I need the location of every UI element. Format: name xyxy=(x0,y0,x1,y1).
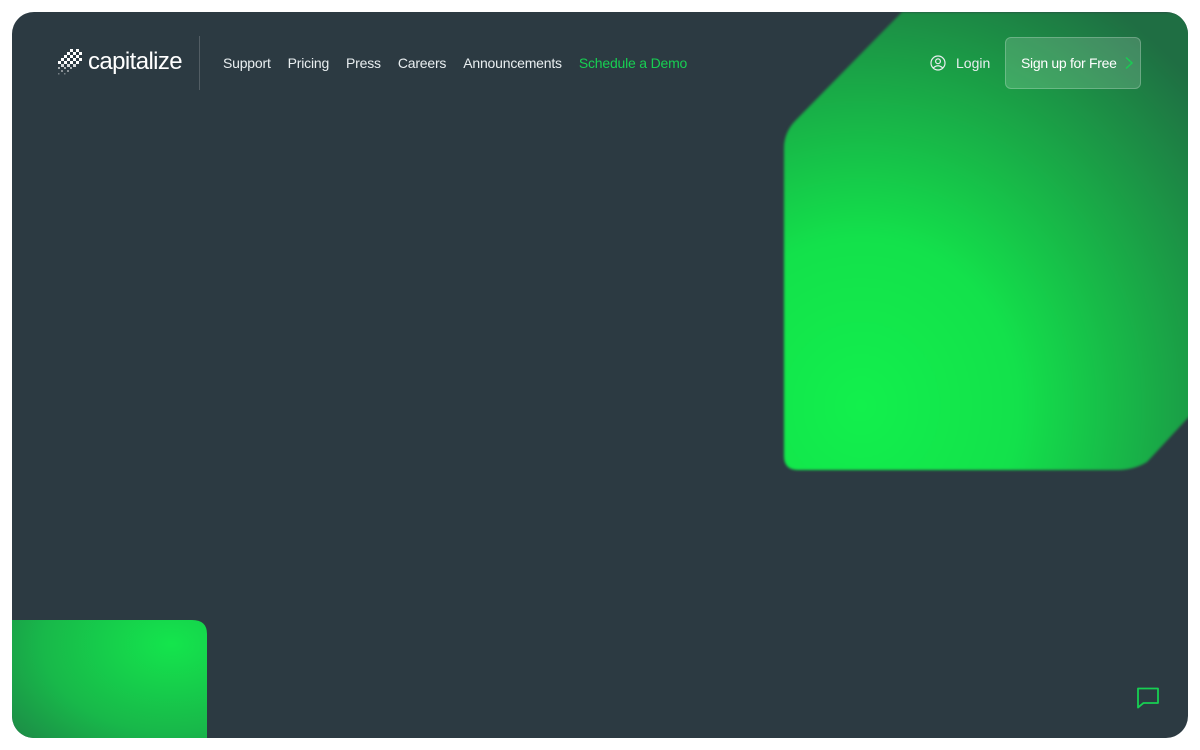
footer-green-shape xyxy=(12,620,208,738)
login-label: Login xyxy=(956,55,991,71)
nav-link-announcements[interactable]: Announcements xyxy=(463,55,562,71)
page-frame: capitalize Support Pricing Press Careers… xyxy=(12,12,1188,738)
top-navbar: capitalize Support Pricing Press Careers… xyxy=(12,12,1188,112)
chat-bubble-icon xyxy=(1137,687,1159,709)
nav-link-press[interactable]: Press xyxy=(346,55,381,71)
signup-label: Sign up for Free xyxy=(1021,55,1117,71)
brand-logo[interactable]: capitalize xyxy=(58,48,183,76)
login-link[interactable]: Login xyxy=(930,52,990,74)
signup-button[interactable]: Sign up for Free xyxy=(1005,37,1141,89)
nav-link-careers[interactable]: Careers xyxy=(398,55,447,71)
navbar-divider xyxy=(199,36,200,90)
chevron-right-icon xyxy=(1125,56,1133,70)
checker-logo-icon xyxy=(58,49,82,75)
brand-name: capitalize xyxy=(88,48,183,75)
user-circle-icon xyxy=(930,55,946,71)
nav-link-support[interactable]: Support xyxy=(223,55,271,71)
primary-nav: Support Pricing Press Careers Announceme… xyxy=(223,53,704,73)
nav-link-schedule-demo[interactable]: Schedule a Demo xyxy=(579,55,687,71)
chat-button[interactable] xyxy=(1134,684,1162,712)
nav-link-pricing[interactable]: Pricing xyxy=(288,55,330,71)
